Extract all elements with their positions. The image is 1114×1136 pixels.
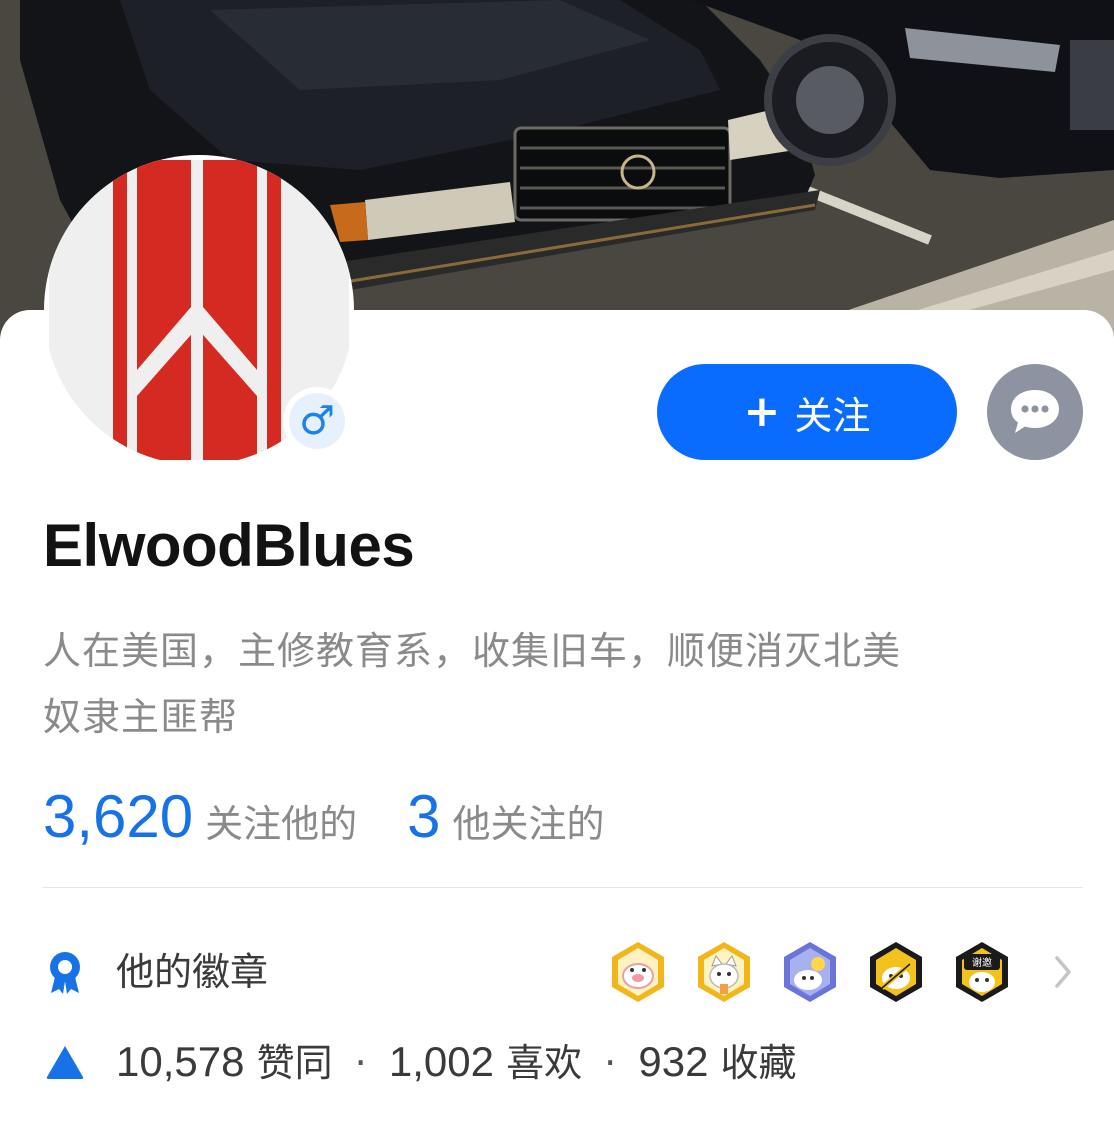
favorites-count: 1,002 [388, 1038, 494, 1085]
gold-medal-pig-icon[interactable] [606, 940, 670, 1004]
gold-medal-cat-icon[interactable] [692, 940, 756, 1004]
username: ElwoodBlues [43, 512, 415, 579]
award-ribbon-icon [50, 952, 80, 994]
separator-dot: · [604, 1041, 617, 1085]
badges-row[interactable]: 他的徽章 谢邀 [43, 940, 1083, 1004]
collections-count: 932 [638, 1038, 709, 1085]
upvote-triangle-icon [46, 1046, 84, 1079]
separator-dot: · [354, 1041, 367, 1085]
plus-icon: + [743, 386, 781, 437]
male-symbol-icon: ♂ [289, 393, 345, 449]
chevron-right-icon[interactable] [1053, 954, 1073, 990]
likes-label: 赞同 [256, 1041, 333, 1085]
black-gold-medal-pen-icon[interactable] [864, 940, 928, 1004]
collections-label: 收藏 [720, 1041, 797, 1085]
divider [43, 887, 1083, 888]
black-gold-medal-thanks-icon[interactable]: 谢邀 [950, 940, 1014, 1004]
thanks-medal-text: 谢邀 [972, 956, 992, 969]
engagement-text: 10,578 赞同 · 1,002 喜欢 · 932 收藏 [116, 1030, 797, 1095]
bio-line-1: 人在美国，主修教育系，收集旧车，顺便消灭北美 [43, 629, 902, 673]
following-label[interactable]: 他关注的 [453, 793, 605, 848]
gender-male-badge: ♂ [283, 387, 351, 455]
bio-line-2: 奴隶主匪帮 [43, 695, 239, 739]
message-button[interactable] [987, 364, 1083, 460]
followers-count[interactable]: 3,620 [43, 782, 193, 852]
chat-bubble-icon [1011, 390, 1059, 433]
favorites-label: 喜欢 [506, 1041, 583, 1085]
purple-medal-moon-icon[interactable] [778, 940, 842, 1004]
followers-label[interactable]: 关注他的 [205, 793, 357, 848]
follow-stats: 3,620 关注他的 3 他关注的 [43, 782, 605, 852]
follow-button[interactable]: + 关注 [657, 364, 957, 460]
following-count[interactable]: 3 [407, 782, 440, 852]
badge-list: 谢邀 [606, 940, 1026, 1004]
follow-button-label: 关注 [794, 393, 871, 438]
likes-count: 10,578 [116, 1038, 245, 1085]
profile-bio: 人在美国，主修教育系，收集旧车，顺便消灭北美 奴隶主匪帮 [43, 618, 1073, 750]
badges-label: 他的徽章 [116, 950, 269, 994]
